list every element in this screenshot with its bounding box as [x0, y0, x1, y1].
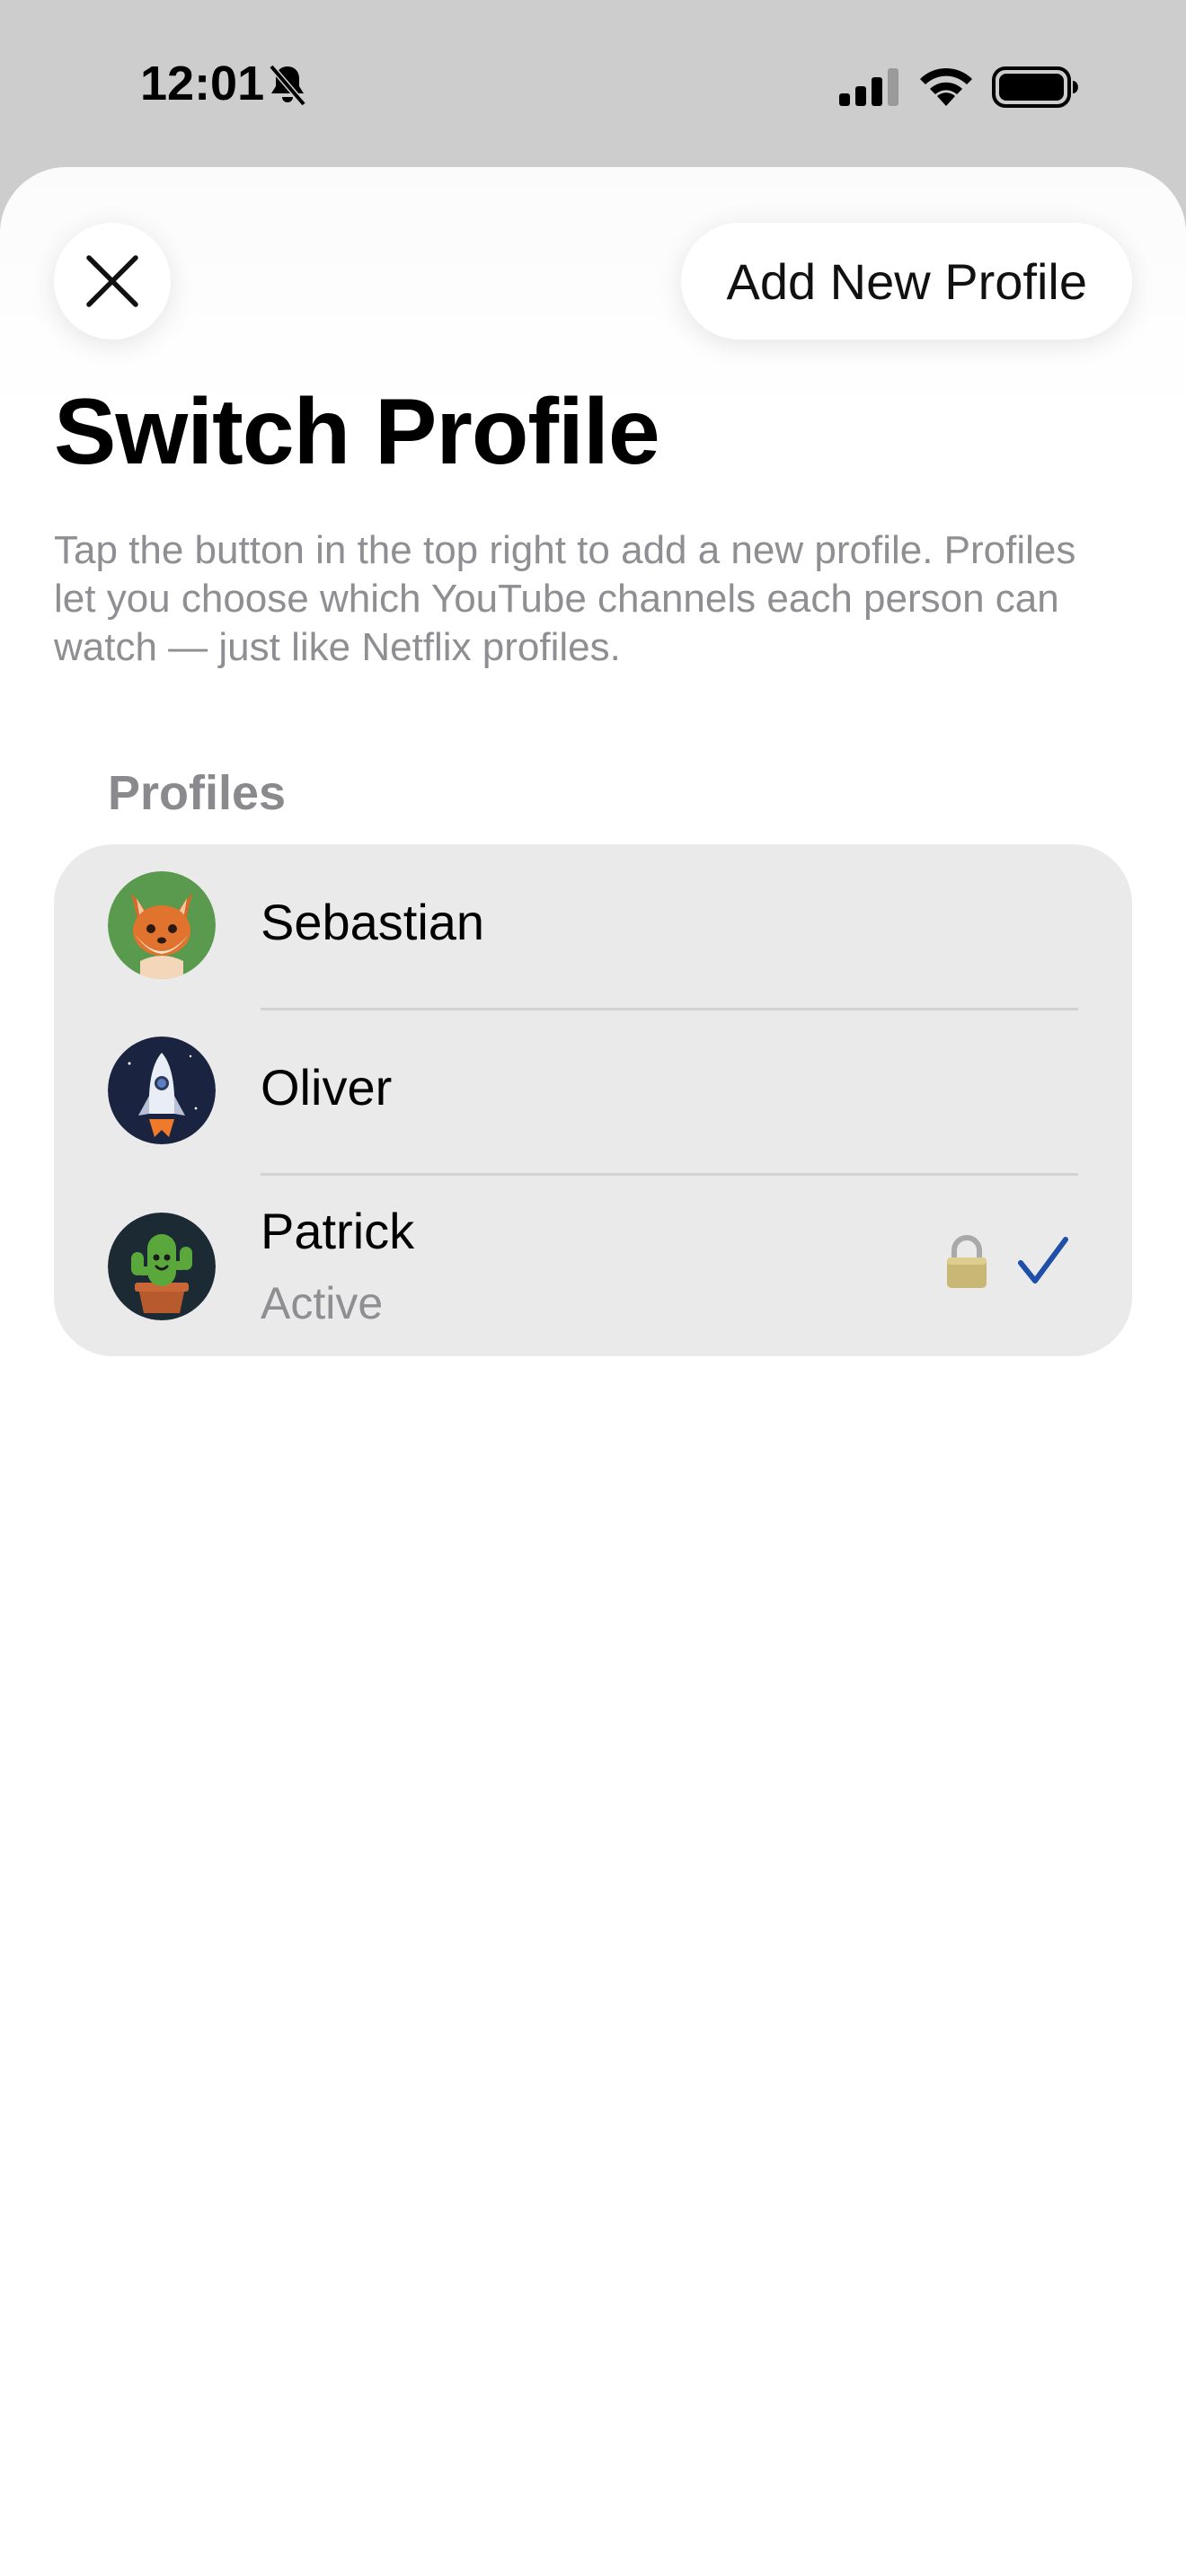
- page-description: Tap the button in the top right to add a…: [54, 528, 1076, 669]
- profile-row-oliver[interactable]: Oliver: [54, 1010, 1132, 1175]
- fox-avatar-icon: [108, 871, 216, 979]
- add-new-profile-button[interactable]: Add New Profile: [681, 223, 1132, 340]
- profile-sheet: Add New Profile Switch Profile Tap the b…: [0, 167, 1186, 2576]
- rocket-avatar-icon: [108, 1037, 216, 1144]
- cactus-avatar-icon: [108, 1213, 216, 1320]
- profile-name: Patrick: [261, 1203, 415, 1259]
- profile-name: Sebastian: [261, 894, 485, 950]
- status-bar: 12:01: [0, 0, 1186, 167]
- lock-icon: [947, 1235, 987, 1288]
- profile-name: Oliver: [261, 1059, 393, 1116]
- battery-icon: [992, 66, 1078, 108]
- status-time: 12:01: [140, 57, 265, 110]
- close-button[interactable]: [54, 223, 171, 340]
- profile-row-sebastian[interactable]: Sebastian: [54, 844, 1132, 1010]
- profile-row-patrick[interactable]: Patrick Active: [54, 1175, 1132, 1356]
- wifi-icon: [920, 67, 972, 106]
- bell-slash-icon: [269, 64, 306, 107]
- profiles-list: Sebastian Oliver Patrick Active: [54, 844, 1132, 1356]
- page-title: Switch Profile: [54, 380, 660, 484]
- checkmark-icon: [1018, 1237, 1068, 1284]
- profiles-section-header: Profiles: [108, 766, 287, 820]
- close-icon: [86, 255, 138, 307]
- profile-status-label: Active: [261, 1278, 384, 1328]
- cellular-signal-icon: [839, 68, 898, 106]
